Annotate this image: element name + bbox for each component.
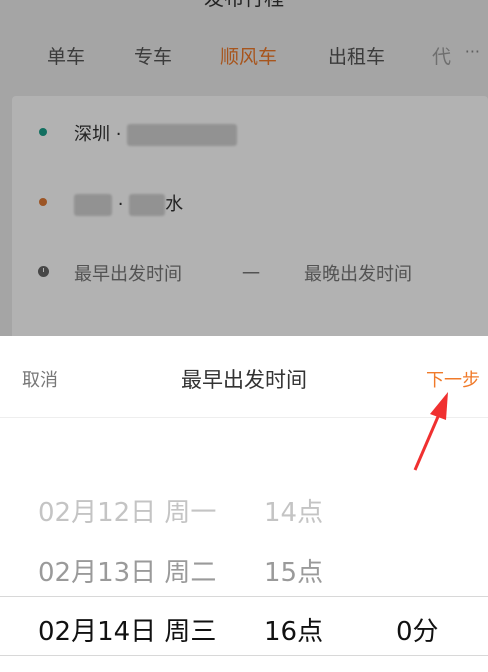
background-page: ‹ 发布行程 › 单车 专车 顺风车 出租车 代 ··· 深圳 · · 水 最早 <box>0 0 488 336</box>
picker-title: 最早出发时间 <box>181 368 307 392</box>
date-option[interactable]: 02月13日 周二 <box>38 552 216 589</box>
time-picker-sheet: 取消 最早出发时间 下一步 02月12日 周一 14点 02月13日 周二 15… <box>0 336 488 672</box>
hour-option[interactable]: 15点 <box>264 552 323 589</box>
date-option[interactable]: 02月12日 周一 <box>38 492 216 529</box>
picker-selected-row[interactable]: 02月14日 周三 16点 0分 <box>0 596 488 656</box>
picker-row[interactable]: 02月12日 周一 14点 <box>0 478 488 538</box>
selected-minute[interactable]: 0分 <box>396 611 439 648</box>
modal-overlay[interactable] <box>0 0 488 336</box>
picker-header: 取消 最早出发时间 下一步 <box>0 336 488 418</box>
selected-date[interactable]: 02月14日 周三 <box>38 611 216 648</box>
next-step-button[interactable]: 下一步 <box>426 366 480 392</box>
selected-hour[interactable]: 16点 <box>264 611 323 648</box>
picker-row[interactable]: 02月13日 周二 15点 <box>0 538 488 598</box>
hour-option[interactable]: 14点 <box>264 492 323 529</box>
